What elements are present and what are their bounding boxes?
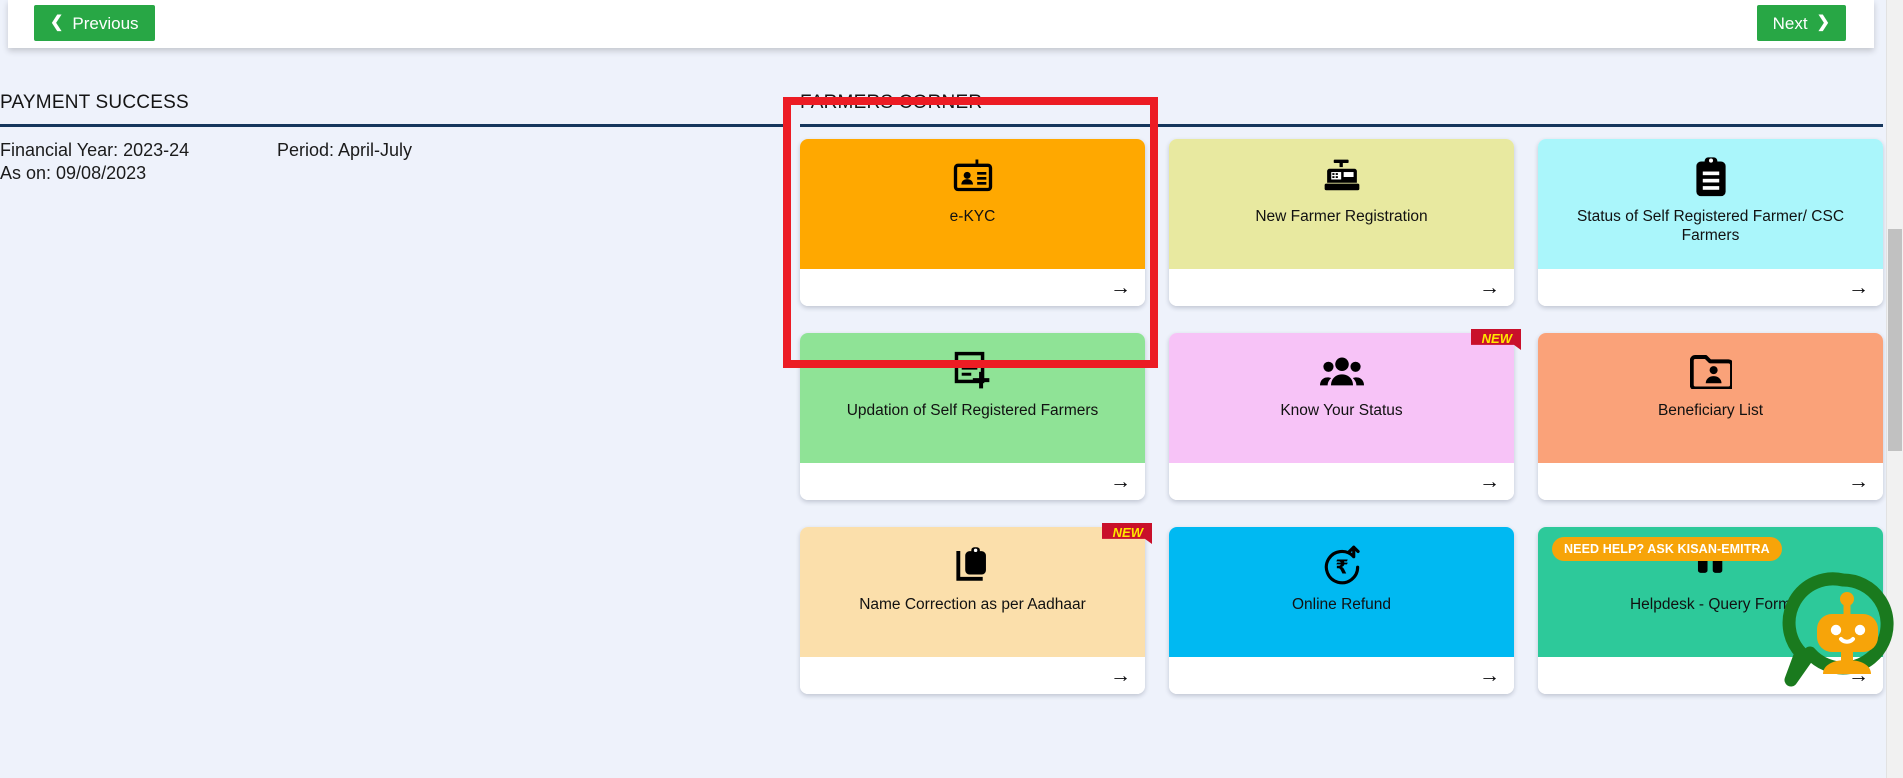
next-button-label: Next — [1772, 13, 1808, 33]
chevron-left-icon: ❮ — [50, 14, 64, 31]
cash-register-icon — [1322, 156, 1362, 198]
tile-footer: → — [1169, 463, 1514, 500]
next-button[interactable]: Next ❯ — [1756, 5, 1846, 41]
chatbot-robot-icon[interactable] — [1779, 570, 1897, 688]
payment-meta-right: Period: April-July — [277, 139, 412, 162]
payment-meta: Financial Year: 2023-24 As on: 09/08/202… — [0, 127, 785, 183]
farmers-corner-tile-grid: e-KYC → New Farmer Registration → Status of … — [783, 97, 1894, 694]
tile-label: Beneficiary List — [1657, 402, 1764, 419]
clipboard-list-icon — [1693, 156, 1729, 198]
tile-footer: → — [1169, 657, 1514, 694]
arrow-right-icon[interactable]: → — [1479, 277, 1500, 298]
arrow-right-icon[interactable]: → — [1848, 277, 1869, 298]
tile-footer: → — [800, 269, 1145, 306]
chatbot-tooltip[interactable]: NEED HELP? ASK KISAN-EMITRA — [1552, 537, 1782, 561]
tile-body: Know Your Status — [1169, 333, 1514, 463]
tile-body: Status of Self Registered Farmer/ CSC Fa… — [1538, 139, 1883, 269]
tile-e-kyc[interactable]: e-KYC → — [783, 97, 1158, 368]
period-text: Period: April-July — [277, 140, 413, 160]
arrow-right-icon[interactable]: → — [1110, 665, 1131, 686]
tile-label: Helpdesk - Query Form — [1629, 596, 1792, 613]
tile-helpdesk-query-form[interactable]: Helpdesk - Query Form → NEED HELP? ASK KIS… — [1538, 527, 1894, 694]
arrow-right-icon[interactable]: → — [1848, 471, 1869, 492]
page-root: ❮ Previous Next ❯ PAYMENT SUCCESS Financ… — [0, 0, 1903, 778]
arrow-right-icon[interactable]: → — [1479, 471, 1500, 492]
tile-footer: → — [1538, 463, 1883, 500]
tile-status-of-self-registered-farmer-csc-farmers[interactable]: Status of Self Registered Farmer/ CSC Fa… — [1538, 139, 1883, 306]
tile-body: e-KYC — [800, 139, 1145, 269]
as-on-date-text: As on: 09/08/2023 — [0, 163, 147, 184]
people-group-icon — [1319, 350, 1364, 392]
tile-body: Updation of Self Registered Farmers — [800, 333, 1145, 463]
clipboard-name-icon — [954, 544, 992, 586]
rupee-refund-icon: ₹ — [1322, 544, 1362, 586]
tile-name-correction-as-per-aadhaar[interactable]: Name Correction as per Aadhaar → NEW — [800, 523, 1152, 694]
tile-label: Status of Self Registered Farmer/ CSC Fa… — [1576, 208, 1845, 245]
tile-footer: → — [800, 657, 1145, 694]
tile-online-refund[interactable]: ₹ Online Refund → — [1169, 527, 1514, 694]
tile-body: Beneficiary List — [1538, 333, 1883, 463]
payment-meta-left: Financial Year: 2023-24 As on: 09/08/202… — [0, 139, 189, 185]
farmers-corner-section: FARMERS CORNER e-KYC → New Farmer Registra… — [783, 78, 1894, 694]
previous-button[interactable]: ❮ Previous — [34, 5, 155, 41]
tile-footer: → — [1538, 269, 1883, 306]
tile-body: Name Correction as per Aadhaar — [800, 527, 1145, 657]
tile-new-farmer-registration[interactable]: New Farmer Registration → — [1169, 139, 1514, 306]
tile-updation-of-self-registered-farmers[interactable]: Updation of Self Registered Farmers → — [800, 333, 1145, 500]
id-card-icon — [953, 156, 993, 198]
financial-year-text: Financial Year: 2023-24 — [0, 140, 190, 160]
farmers-corner-title: FARMERS CORNER — [800, 92, 983, 113]
payment-success-title: PAYMENT SUCCESS — [0, 92, 189, 113]
document-plus-icon — [953, 350, 993, 392]
pagination-bar: ❮ Previous Next ❯ — [8, 0, 1874, 48]
arrow-right-icon[interactable]: → — [1110, 471, 1131, 492]
page-scrollbar-thumb[interactable] — [1888, 229, 1902, 451]
tile-footer: → — [1169, 269, 1514, 306]
svg-text:₹: ₹ — [1335, 556, 1348, 579]
tile-label: Know Your Status — [1280, 402, 1403, 419]
chevron-right-icon: ❯ — [1816, 14, 1830, 31]
tile-label: Online Refund — [1291, 596, 1392, 613]
farmers-corner-divider — [800, 124, 1883, 127]
tile-label: New Farmer Registration — [1255, 208, 1428, 225]
arrow-right-icon[interactable]: → — [1479, 665, 1500, 686]
tile-body: New Farmer Registration — [1169, 139, 1514, 269]
tile-label: Name Correction as per Aadhaar — [859, 596, 1086, 613]
folder-user-icon — [1689, 350, 1732, 392]
tile-body: ₹ Online Refund — [1169, 527, 1514, 657]
tile-know-your-status[interactable]: Know Your Status → NEW — [1169, 329, 1521, 500]
tile-label: e-KYC — [949, 208, 996, 225]
previous-button-label: Previous — [72, 13, 139, 33]
content-area: PAYMENT SUCCESS Financial Year: 2023-24 … — [0, 78, 1903, 778]
payment-success-section: PAYMENT SUCCESS Financial Year: 2023-24 … — [0, 78, 785, 183]
tile-label: Updation of Self Registered Farmers — [846, 402, 1099, 419]
arrow-right-icon[interactable]: → — [1110, 277, 1131, 298]
tile-beneficiary-list[interactable]: Beneficiary List → — [1538, 333, 1883, 500]
tile-footer: → — [800, 463, 1145, 500]
